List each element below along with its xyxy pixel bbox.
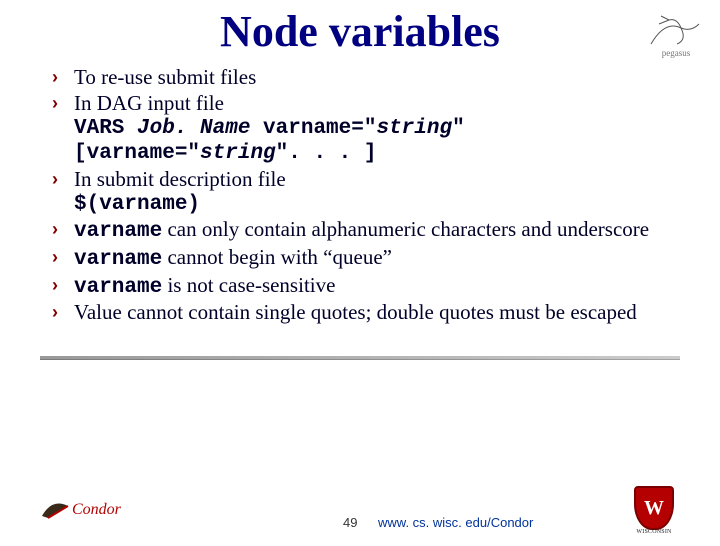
- condor-icon: Condor: [40, 490, 136, 526]
- code-token: varname: [74, 220, 162, 243]
- bullet-text: To re-use submit files: [74, 65, 690, 91]
- code-token: varname: [74, 276, 162, 299]
- bullet-text: In DAG input file: [74, 91, 690, 117]
- bullet-text: In submit description file: [74, 167, 690, 193]
- bullet-item: › Value cannot contain single quotes; do…: [52, 300, 690, 326]
- bullet-marker-icon: ›: [52, 245, 74, 273]
- slide-footer: Condor 49 www. cs. wisc. edu/Condor W WI…: [0, 490, 720, 532]
- uw-letter: W: [644, 497, 664, 520]
- pegasus-icon: [647, 14, 705, 48]
- code-token: string: [200, 142, 276, 165]
- code-line: VARS Job. Name varname="string": [74, 116, 690, 141]
- code-line: [varname="string". . . ]: [74, 141, 690, 166]
- text-span: cannot begin with “queue”: [162, 245, 392, 269]
- bullet-text: varname is not case-sensitive: [74, 273, 690, 301]
- divider: [40, 356, 680, 360]
- code-token: varname=": [250, 117, 376, 140]
- code-token: ": [452, 117, 465, 140]
- bullet-item: › varname is not case-sensitive: [52, 273, 690, 301]
- pegasus-label: pegasus: [662, 48, 691, 58]
- text-span: is not case-sensitive: [162, 273, 335, 297]
- bullet-item: › varname can only contain alphanumeric …: [52, 217, 690, 245]
- condor-logo: Condor: [40, 490, 136, 526]
- bullet-marker-icon: ›: [52, 217, 74, 245]
- code-token: ". . . ]: [276, 142, 377, 165]
- bullet-marker-icon: ›: [52, 91, 74, 117]
- bullet-item: › varname cannot begin with “queue”: [52, 245, 690, 273]
- uw-shield-icon: W: [634, 486, 674, 530]
- bullet-marker-icon: ›: [52, 167, 74, 193]
- bullet-item: › In DAG input file: [52, 91, 690, 117]
- code-token: [varname=": [74, 142, 200, 165]
- text-span: can only contain alphanumeric characters…: [162, 217, 649, 241]
- bullet-text: Value cannot contain single quotes; doub…: [74, 300, 690, 326]
- code-token: string: [376, 117, 452, 140]
- footer-url: www. cs. wisc. edu/Condor: [378, 515, 533, 530]
- code-line: $(varname): [74, 192, 690, 217]
- uw-logo: W WISCONSIN: [624, 486, 684, 530]
- bullet-marker-icon: ›: [52, 273, 74, 301]
- bullet-marker-icon: ›: [52, 300, 74, 326]
- bullet-text: varname cannot begin with “queue”: [74, 245, 690, 273]
- bullet-marker-icon: ›: [52, 65, 74, 91]
- code-token: varname: [74, 248, 162, 271]
- page-number: 49: [343, 515, 357, 530]
- bullet-text: varname can only contain alphanumeric ch…: [74, 217, 690, 245]
- slide-body: › To re-use submit files › In DAG input …: [52, 65, 690, 326]
- slide-title: Node variables: [0, 6, 720, 57]
- bullet-item: › In submit description file: [52, 167, 690, 193]
- pegasus-logo: pegasus: [646, 14, 706, 60]
- code-token: VARS: [74, 117, 137, 140]
- uw-wordmark: WISCONSIN: [624, 529, 684, 535]
- condor-text: Condor: [72, 501, 122, 518]
- bullet-item: › To re-use submit files: [52, 65, 690, 91]
- code-token: Job. Name: [137, 117, 250, 140]
